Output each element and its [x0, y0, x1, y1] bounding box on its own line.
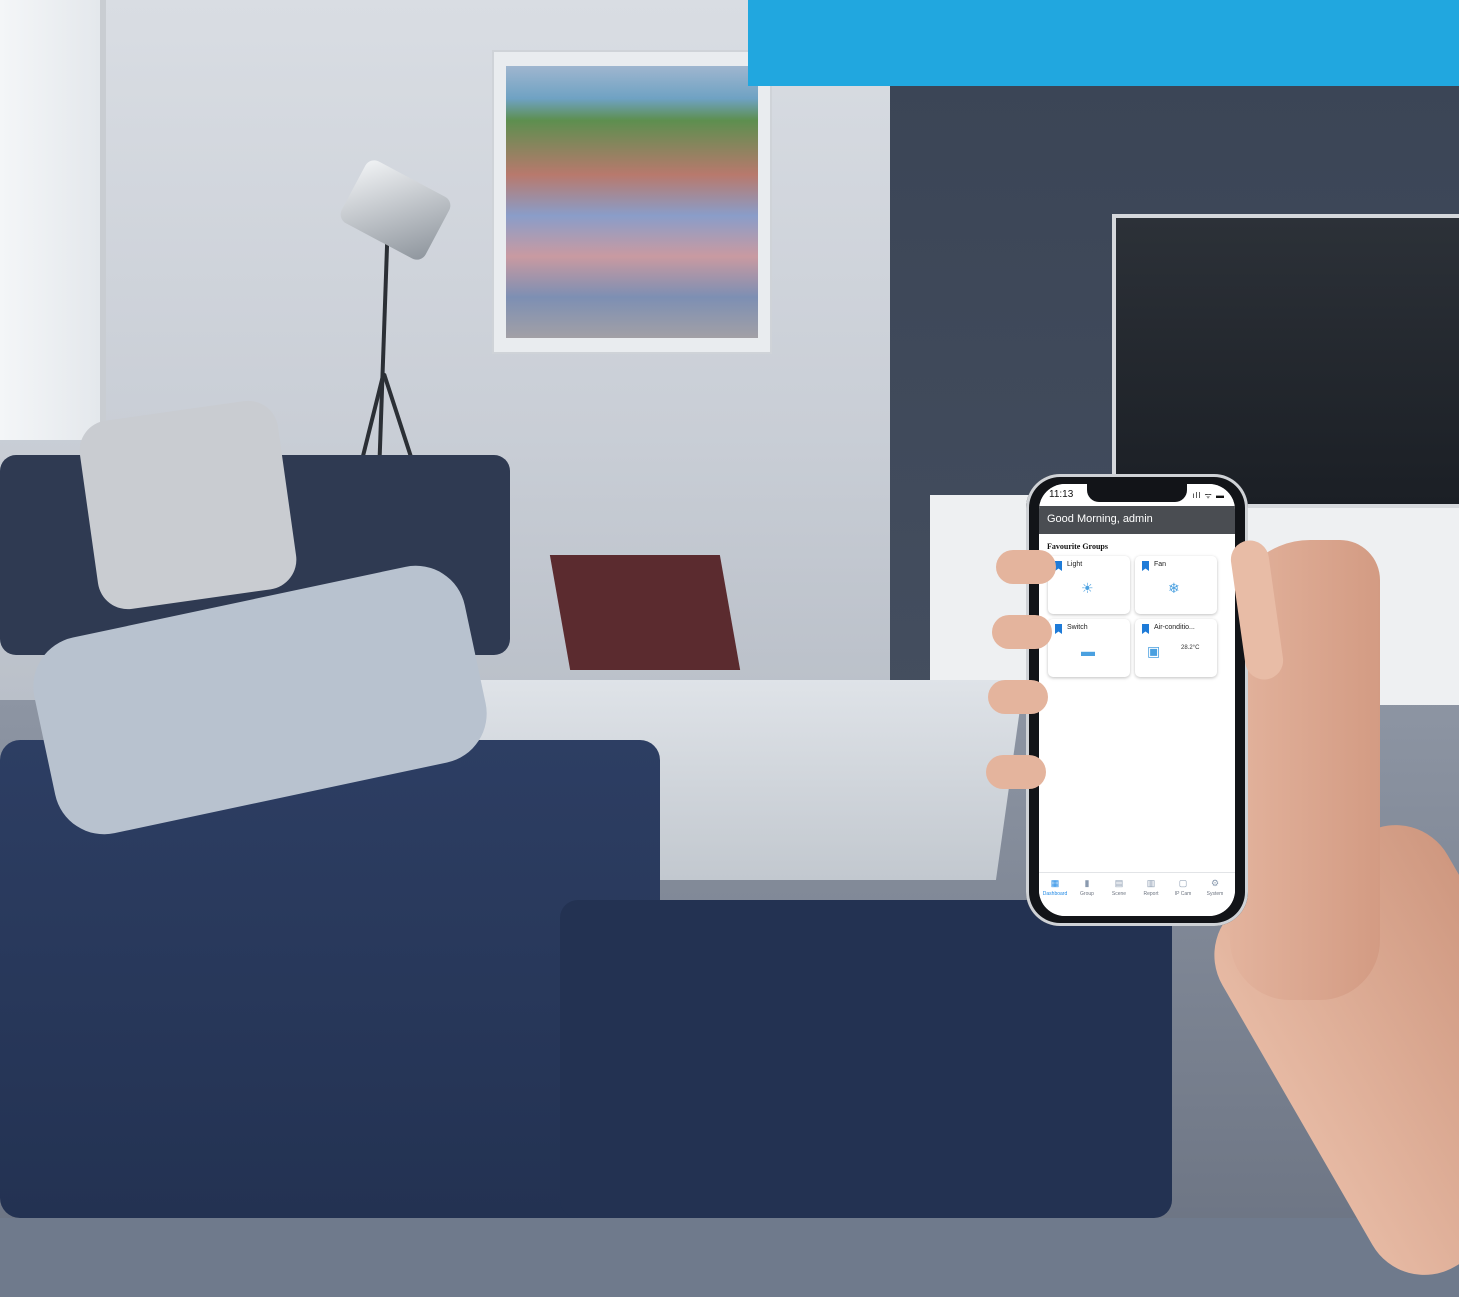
bookmark-icon [1055, 624, 1062, 634]
fan-icon: ❄ [1168, 580, 1180, 596]
air-conditioner-icon: ▣ [1147, 643, 1161, 659]
framed-painting [492, 50, 772, 354]
group-card-fan[interactable]: Fan ❄ [1135, 556, 1217, 614]
signal-wifi-battery-icon: ıll ᯤ ▬ [1192, 491, 1225, 500]
finger [986, 755, 1046, 789]
section-title: Favourite Groups [1047, 542, 1108, 551]
tab-group[interactable]: ▮ Group [1071, 877, 1103, 897]
system-gear-icon: ⚙ [1210, 878, 1220, 888]
app-header: Good Morning, admin [1039, 506, 1235, 534]
group-card-light[interactable]: Light ☀ [1048, 556, 1130, 614]
bookmark-icon [1142, 624, 1149, 634]
tab-label: System [1206, 891, 1224, 897]
bookmark-icon [1055, 561, 1062, 571]
scene-icon: ▤ [1114, 878, 1124, 888]
finger [992, 615, 1052, 649]
card-label: Fan [1154, 561, 1167, 568]
tab-label: Report [1143, 891, 1159, 897]
finger [996, 550, 1056, 584]
tab-label: Scene [1111, 891, 1127, 897]
bottom-tab-bar: ▦ Dashboard ▮ Group ▤ Scene ▥ Report ▢ I… [1039, 872, 1235, 916]
greeting-text: Good Morning, admin [1047, 513, 1153, 525]
tab-ip-cam[interactable]: ▢ IP Cam [1167, 877, 1199, 897]
tab-scene[interactable]: ▤ Scene [1103, 877, 1135, 897]
smartphone: 11:13 ıll ᯤ ▬ Good Morning, admin Favour… [1026, 474, 1248, 926]
phone-notch [1087, 484, 1187, 502]
bookmark-icon [1142, 561, 1149, 571]
group-card-air-conditioner[interactable]: Air-conditio... ▣ 28.2°C [1135, 619, 1217, 677]
sofa-arm [560, 900, 1172, 1218]
tab-system[interactable]: ⚙ System [1199, 877, 1231, 897]
card-label: Light [1067, 561, 1083, 568]
tab-label: IP Cam [1174, 891, 1192, 897]
magazine-rack [549, 555, 741, 670]
card-label: Switch [1067, 624, 1088, 631]
light-bulb-icon: ☀ [1081, 580, 1094, 596]
card-label: Air-conditio... [1154, 624, 1195, 631]
report-icon: ▥ [1146, 878, 1156, 888]
blue-banner [748, 0, 1459, 86]
window [0, 0, 106, 440]
phone-screen: 11:13 ıll ᯤ ▬ Good Morning, admin Favour… [1039, 484, 1235, 916]
tab-label: Dashboard [1042, 891, 1068, 897]
tab-label: Group [1080, 891, 1094, 897]
dashboard-icon: ▦ [1050, 878, 1060, 888]
pillow [75, 397, 301, 613]
television [1112, 214, 1459, 508]
temperature-reading: 28.2°C [1181, 645, 1200, 651]
group-icon: ▮ [1084, 878, 1090, 888]
switch-icon: ▬ [1081, 643, 1095, 659]
group-card-switch[interactable]: Switch ▬ [1048, 619, 1130, 677]
status-time: 11:13 [1049, 489, 1074, 500]
ip-cam-icon: ▢ [1178, 878, 1188, 888]
tab-dashboard[interactable]: ▦ Dashboard [1039, 877, 1071, 897]
tab-report[interactable]: ▥ Report [1135, 877, 1167, 897]
finger [988, 680, 1048, 714]
